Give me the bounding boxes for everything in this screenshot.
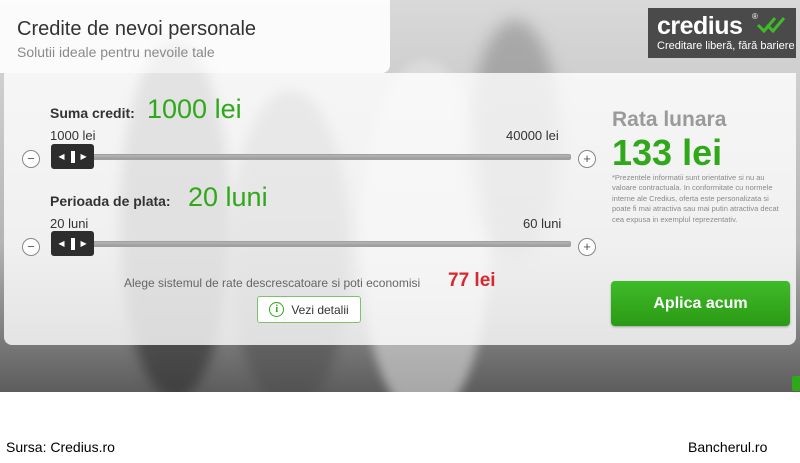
corner-accent-tab bbox=[792, 376, 800, 391]
arrow-left-icon: ◀ bbox=[58, 238, 65, 248]
amount-value: 1000 lei bbox=[147, 94, 242, 124]
amount-slider-track[interactable] bbox=[52, 154, 571, 160]
arrow-right-icon: ▶ bbox=[80, 238, 87, 248]
amount-label: Suma credit: bbox=[50, 105, 135, 121]
arrow-left-icon: ◀ bbox=[58, 151, 65, 161]
double-check-icon bbox=[756, 17, 786, 34]
period-slider-track[interactable] bbox=[52, 241, 571, 247]
page-title: Credite de nevoi personale bbox=[17, 18, 257, 40]
grip-icon bbox=[70, 150, 75, 163]
period-min-label: 20 luni bbox=[50, 216, 89, 231]
page-subtitle: Solutii ideale pentru nevoile tale bbox=[17, 44, 215, 60]
period-max-label: 60 luni bbox=[523, 216, 562, 231]
monthly-rate-label: Rata lunara bbox=[612, 108, 727, 131]
hero-banner: Credite de nevoi personale Solutii ideal… bbox=[0, 0, 800, 392]
period-decrease-button[interactable]: − bbox=[22, 238, 40, 256]
amount-min-label: 1000 lei bbox=[50, 128, 96, 143]
amount-decrease-button[interactable]: − bbox=[22, 150, 40, 168]
promo-text: Alege sistemul de rate descrescatoare si… bbox=[124, 276, 421, 290]
source-caption: Sursa: Credius.ro bbox=[6, 439, 115, 455]
period-increase-button[interactable]: + bbox=[578, 238, 596, 256]
amount-increase-button[interactable]: + bbox=[578, 150, 596, 168]
credius-logo: credius ® Creditare liberă, fără bariere bbox=[648, 8, 796, 58]
promo-savings-amount: 77 lei bbox=[448, 270, 496, 291]
details-button-label: Vezi detalii bbox=[291, 302, 349, 317]
apply-now-button[interactable]: Aplica acum bbox=[611, 281, 790, 326]
details-button[interactable]: i Vezi detalii bbox=[257, 296, 361, 323]
period-value: 20 luni bbox=[188, 182, 268, 212]
amount-max-label: 40000 lei bbox=[506, 128, 559, 143]
period-slider-handle[interactable]: ◀ ▶ bbox=[51, 231, 94, 256]
monthly-rate-value: 133 lei bbox=[612, 132, 723, 173]
arrow-right-icon: ▶ bbox=[80, 151, 87, 161]
grip-icon bbox=[70, 237, 75, 250]
period-label: Perioada de plata: bbox=[50, 193, 171, 209]
info-icon: i bbox=[269, 302, 285, 317]
rate-disclaimer: *Prezentele informatii sunt orientative … bbox=[612, 173, 779, 224]
amount-slider-handle[interactable]: ◀ ▶ bbox=[51, 144, 94, 169]
site-caption: Bancherul.ro bbox=[688, 439, 768, 455]
logo-tagline: Creditare liberă, fără bariere bbox=[657, 40, 795, 52]
